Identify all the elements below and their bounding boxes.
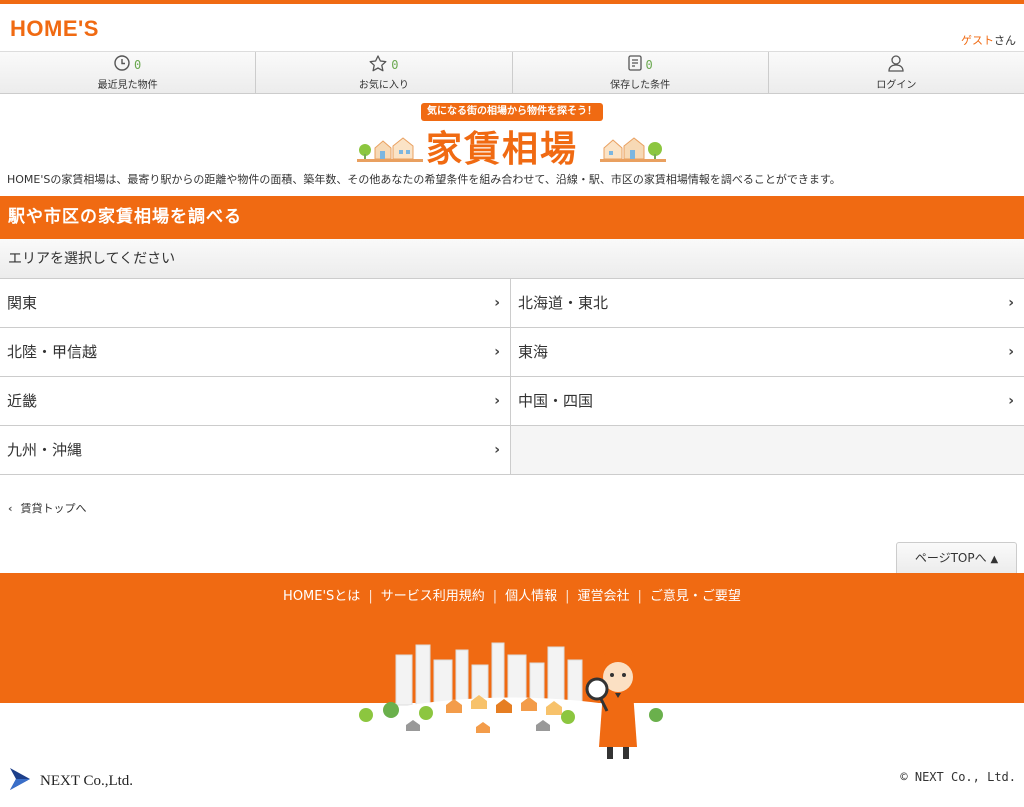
next-logo-icon <box>8 764 34 799</box>
bottom-bar: NEXT Co.,Ltd. © NEXT Co., Ltd. <box>0 760 1024 807</box>
footer-link-about[interactable]: HOME'Sとは <box>283 589 360 604</box>
chevron-right-icon: › <box>1008 344 1014 360</box>
nav-label: ログイン <box>876 80 917 91</box>
section-title: 駅や市区の家賃相場を調べる <box>0 196 1024 239</box>
copyright-text: © NEXT Co., Ltd. <box>900 770 1016 784</box>
banner-title: 家賃相場 <box>426 128 579 170</box>
nav-label: 最近見た物件 <box>97 80 158 91</box>
homes-logo[interactable]: HOME'S <box>10 16 99 42</box>
area-hokkaido-tohoku[interactable]: 北海道・東北 › <box>511 279 1024 328</box>
chevron-right-icon: › <box>1008 295 1014 311</box>
nav-favorites[interactable]: 0 お気に入り <box>256 52 513 93</box>
area-label: 近畿 <box>7 392 38 410</box>
chevron-right-icon: › <box>494 393 500 409</box>
area-label: 東海 <box>518 343 549 361</box>
star-icon <box>369 54 387 76</box>
nav-label: 保存した条件 <box>610 80 671 91</box>
area-kyushu-okinawa[interactable]: 九州・沖縄 › <box>0 426 511 475</box>
next-company-logo[interactable]: NEXT Co.,Ltd. <box>8 764 133 799</box>
area-kanto[interactable]: 関東 › <box>0 279 511 328</box>
area-hokuriku-koshinetsu[interactable]: 北陸・甲信越 › <box>0 328 511 377</box>
chevron-right-icon: › <box>494 295 500 311</box>
memo-icon <box>627 55 642 75</box>
footer-link-feedback[interactable]: ご意見・ご要望 <box>650 589 741 604</box>
banner-tagline: 気になる街の相場から物件を探そう！ <box>421 103 603 121</box>
area-prompt: エリアを選択してください <box>0 239 1024 279</box>
rent-market-banner: 気になる街の相場から物件を探そう！ 家賃相場 <box>0 94 1024 172</box>
area-label: 北海道・東北 <box>518 294 609 312</box>
clock-icon <box>114 55 130 75</box>
city-mascot-illustration <box>336 635 688 760</box>
back-link-label: 賃貸トップへ <box>20 502 87 515</box>
page-top-button[interactable]: ページTOPへ ▲ <box>896 542 1017 573</box>
recent-count: 0 <box>134 58 142 72</box>
company-name: NEXT Co.,Ltd. <box>40 773 134 789</box>
footer-link-terms[interactable]: サービス利用規約 <box>381 589 485 604</box>
houses-illustration-left <box>357 132 423 162</box>
saved-count: 0 <box>645 58 653 72</box>
area-label: 中国・四国 <box>518 392 594 410</box>
footer-links: HOME'Sとは | サービス利用規約 | 個人情報 | 運営会社 | ご意見・ご要望 <box>283 589 741 604</box>
area-label: 北陸・甲信越 <box>7 343 98 361</box>
back-to-rental-top-link[interactable]: ‹ 賃貸トップへ <box>8 500 87 516</box>
footer-link-company[interactable]: 運営会社 <box>578 589 630 604</box>
area-label: 関東 <box>7 294 38 312</box>
chevron-left-icon: ‹ <box>8 502 13 515</box>
chevron-right-icon: › <box>494 344 500 360</box>
guest-suffix: さん <box>994 34 1016 47</box>
area-tokai[interactable]: 東海 › <box>511 328 1024 377</box>
chevron-up-icon: ▲ <box>990 554 999 565</box>
houses-illustration-right <box>600 132 666 162</box>
page-top-label: ページTOPへ <box>914 551 987 565</box>
guest-greeting: ゲストさん <box>961 32 1016 48</box>
area-label: 九州・沖縄 <box>7 441 83 459</box>
nav-label: お気に入り <box>358 80 409 91</box>
nav-login[interactable]: ログイン <box>769 52 1024 93</box>
area-list: 関東 › 北海道・東北 › 北陸・甲信越 › 東海 › 近畿 › 中国・四国 › 九州・沖縄… <box>0 279 1024 475</box>
area-empty-cell <box>511 426 1024 475</box>
user-navbar: 0 最近見た物件 0 お気に入り 0 保存した条件 ログイン <box>0 52 1024 94</box>
site-header: HOME'S ゲストさん <box>0 4 1024 52</box>
guest-name[interactable]: ゲスト <box>961 34 994 47</box>
footer-link-privacy[interactable]: 個人情報 <box>505 589 557 604</box>
favorite-count: 0 <box>391 58 399 72</box>
intro-text: HOME'Sの家賃相場は、最寄り駅からの距離や物件の面積、築年数、その他あなたの… <box>7 173 841 186</box>
area-kinki[interactable]: 近畿 › <box>0 377 511 426</box>
user-icon <box>888 54 905 76</box>
area-chugoku-shikoku[interactable]: 中国・四国 › <box>511 377 1024 426</box>
nav-recently-viewed[interactable]: 0 最近見た物件 <box>0 52 257 93</box>
chevron-right-icon: › <box>494 442 500 458</box>
nav-saved-conditions[interactable]: 0 保存した条件 <box>513 52 769 93</box>
chevron-right-icon: › <box>1008 393 1014 409</box>
